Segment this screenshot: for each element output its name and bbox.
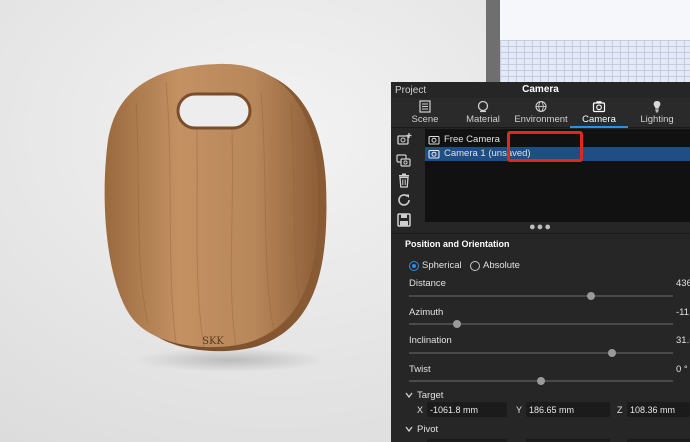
panel-title: Camera — [522, 84, 559, 95]
tab-lighting[interactable]: Lighting — [628, 98, 686, 128]
camera-icon — [592, 101, 606, 113]
target-x-input[interactable]: -1061.8 mm — [427, 402, 507, 417]
inclination-slider[interactable] — [409, 349, 673, 357]
distance-slider[interactable] — [409, 292, 673, 300]
camera-item-icon — [428, 135, 440, 145]
board-logo: SKK — [202, 336, 224, 347]
section-title: Position and Orientation — [405, 239, 510, 249]
secondary-viewport[interactable] — [486, 0, 690, 82]
scene-icon — [419, 100, 431, 113]
target-z-input[interactable]: 108.36 mm — [627, 402, 690, 417]
twist-slider[interactable] — [409, 377, 673, 385]
tab-scene[interactable]: Scene — [396, 98, 454, 128]
tab-environment[interactable]: Environment — [512, 98, 570, 128]
spherical-radio[interactable] — [409, 261, 419, 271]
camera-toolbar — [391, 128, 417, 227]
target-group-toggle[interactable]: Target — [405, 390, 443, 401]
chevron-down-icon — [405, 392, 413, 399]
pivot-label: Pivot — [417, 424, 439, 435]
inclination-value[interactable]: 31.5 — [676, 335, 690, 346]
project-link[interactable]: Project — [395, 85, 426, 96]
y-axis-label: Y — [516, 405, 523, 415]
azimuth-label: Azimuth — [409, 307, 444, 318]
panel-header: Camera Project — [391, 82, 690, 98]
lighting-icon — [653, 101, 661, 113]
camera-panel: Camera Project Scene Material Environmen… — [391, 82, 690, 442]
annotation-highlight-box — [507, 131, 583, 162]
refresh-icon[interactable] — [396, 192, 412, 208]
azimuth-value[interactable]: -11 — [676, 307, 689, 318]
tab-lighting-label: Lighting — [640, 114, 674, 125]
board-shadow — [136, 348, 326, 372]
board-handle-hole — [178, 94, 250, 128]
distance-slider-thumb[interactable] — [587, 292, 596, 300]
tab-material-label: Material — [466, 114, 500, 125]
twist-value[interactable]: 0 ° — [676, 364, 688, 375]
material-icon — [477, 100, 489, 113]
distance-value[interactable]: 436 — [676, 278, 690, 289]
inclination-label: Inclination — [409, 335, 452, 346]
spherical-label: Spherical — [422, 260, 462, 271]
tab-environment-label: Environment — [514, 114, 568, 125]
delete-icon[interactable] — [396, 172, 412, 188]
list-pager-dots[interactable]: ●●● — [391, 222, 690, 233]
divider — [391, 233, 690, 234]
target-label: Target — [417, 390, 444, 401]
azimuth-slider[interactable] — [409, 320, 673, 328]
camera-name: Free Camera — [444, 134, 500, 145]
target-y-input[interactable]: 186.65 mm — [526, 402, 610, 417]
distance-label: Distance — [409, 278, 446, 289]
x-axis-label: X — [417, 405, 424, 415]
camera-list[interactable]: Free Camera Camera 1 (unsaved) — [425, 129, 690, 222]
pivot-group-toggle[interactable]: Pivot — [405, 424, 438, 435]
twist-label: Twist — [409, 364, 431, 375]
cutting-board-model[interactable]: SKK — [96, 62, 336, 382]
absolute-radio[interactable] — [470, 261, 480, 271]
tab-material[interactable]: Material — [454, 98, 512, 128]
tab-scene-label: Scene — [411, 114, 439, 125]
tab-camera[interactable]: Camera — [570, 98, 628, 128]
panel-tabs: Scene Material Environment Camera Lighti… — [391, 98, 690, 128]
duplicate-camera-icon[interactable] — [396, 152, 412, 168]
tab-camera-label: Camera — [582, 114, 616, 125]
add-camera-icon[interactable] — [396, 132, 412, 148]
absolute-label: Absolute — [483, 260, 520, 271]
twist-slider-thumb[interactable] — [537, 377, 545, 385]
chevron-down-icon — [405, 426, 413, 433]
z-axis-label: Z — [617, 405, 623, 415]
ground-grid — [500, 40, 690, 82]
inclination-slider-thumb[interactable] — [608, 349, 617, 357]
environment-icon — [535, 100, 547, 113]
azimuth-slider-thumb[interactable] — [452, 320, 461, 328]
camera-item-icon — [428, 149, 440, 159]
